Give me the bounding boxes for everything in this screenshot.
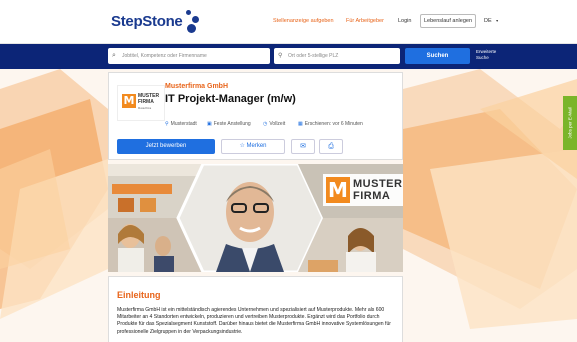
search-bar: ⌕ Jobtitel, Kompetenz oder Firmenname ⚲ … — [0, 44, 577, 69]
logo-text: StepStone — [111, 12, 183, 30]
login-link[interactable]: Login — [398, 18, 411, 24]
jobs-by-email-label: Jobs per E-Mail — [567, 107, 573, 139]
meta-location-text: Musterstadt — [170, 121, 197, 127]
meta-hours-text: Vollzeit — [269, 121, 286, 127]
banner-logo-letter: M — [326, 177, 350, 203]
meta-published: ▦ Erschienen: vor 6 Minuten — [298, 121, 363, 127]
intro-paragraph: Musterfirma GmbH ist ein mittelständisch… — [117, 307, 391, 335]
jobs-by-email-tab[interactable]: Jobs per E-Mail — [563, 96, 577, 150]
keyword-search-input[interactable]: ⌕ Jobtitel, Kompetenz oder Firmenname — [108, 48, 270, 64]
intro-section: Einleitung Musterfirma GmbH ist ein mitt… — [108, 276, 403, 342]
clock-icon: ◷ — [263, 121, 268, 127]
envelope-icon: ✉ — [300, 143, 306, 150]
apply-now-button[interactable]: Jetzt bewerben — [117, 139, 215, 154]
job-title: IT Projekt-Manager (m/w) — [165, 93, 296, 105]
briefcase-icon: ▣ — [207, 121, 212, 127]
meta-hours: ◷ Vollzeit — [263, 121, 285, 127]
chevron-down-icon: ▾ — [496, 18, 499, 23]
company-logo: M MUSTER FIRMA Musterfirma — [117, 85, 165, 121]
location-pin-icon: ⚲ — [165, 121, 169, 127]
create-cv-button[interactable]: Lebenslauf anlegen — [420, 14, 476, 28]
company-logo-line2: FIRMA — [138, 98, 154, 105]
advanced-search-label-2: Suche — [476, 55, 489, 60]
banner-logo-line2: FIRMA — [353, 190, 391, 202]
print-button[interactable]: ⎙ — [319, 139, 343, 154]
search-icon: ⌕ — [112, 52, 116, 59]
star-icon: ☆ — [239, 143, 245, 149]
keyword-placeholder: Jobtitel, Kompetenz oder Firmenname — [122, 53, 207, 59]
stepstone-logo[interactable]: StepStone — [111, 8, 204, 34]
meta-employment-text: Feste Anstellung — [213, 121, 251, 127]
save-job-button[interactable]: ☆ Merken — [221, 139, 285, 154]
calendar-icon: ▦ — [298, 121, 303, 127]
location-search-input[interactable]: ⚲ Ort oder 5-stellige PLZ — [274, 48, 400, 64]
location-placeholder: Ort oder 5-stellige PLZ — [288, 53, 339, 59]
meta-employment: ▣ Feste Anstellung — [207, 121, 251, 127]
company-logo-letter: M — [122, 94, 136, 108]
banner-company-logo: M MUSTER FIRMA — [323, 174, 403, 206]
post-job-link[interactable]: Stellenanzeige aufgeben — [273, 18, 334, 24]
email-share-button[interactable]: ✉ — [291, 139, 315, 154]
company-logo-subtext: Musterfirma — [138, 107, 152, 110]
banner-logo-text: MUSTER FIRMA — [353, 178, 402, 202]
company-banner-image: M MUSTER FIRMA — [108, 164, 403, 272]
location-pin-icon: ⚲ — [278, 53, 283, 59]
company-logo-text: MUSTER FIRMA — [138, 93, 159, 105]
language-label: DE — [484, 18, 492, 24]
search-button[interactable]: Suchen — [405, 48, 470, 64]
for-employers-link[interactable]: Für Arbeitgeber — [346, 18, 384, 24]
language-selector[interactable]: DE ▾ — [484, 18, 498, 24]
advanced-search-link[interactable]: Erweiterte Suche — [476, 49, 496, 61]
save-job-label: Merken — [246, 143, 267, 149]
meta-published-text: Erschienen: vor 6 Minuten — [304, 121, 363, 127]
meta-location: ⚲ Musterstadt — [165, 121, 197, 127]
banner-logo-line1: MUSTER — [353, 178, 403, 190]
top-header: StepStone Stellenanzeige aufgeben Für Ar… — [0, 0, 577, 44]
intro-heading: Einleitung — [117, 290, 161, 300]
printer-icon: ⎙ — [328, 143, 334, 150]
company-name-link[interactable]: Musterfirma GmbH — [165, 83, 228, 90]
job-header-card: M MUSTER FIRMA Musterfirma Musterfirma G… — [108, 72, 403, 160]
logo-dots-icon — [184, 8, 204, 34]
